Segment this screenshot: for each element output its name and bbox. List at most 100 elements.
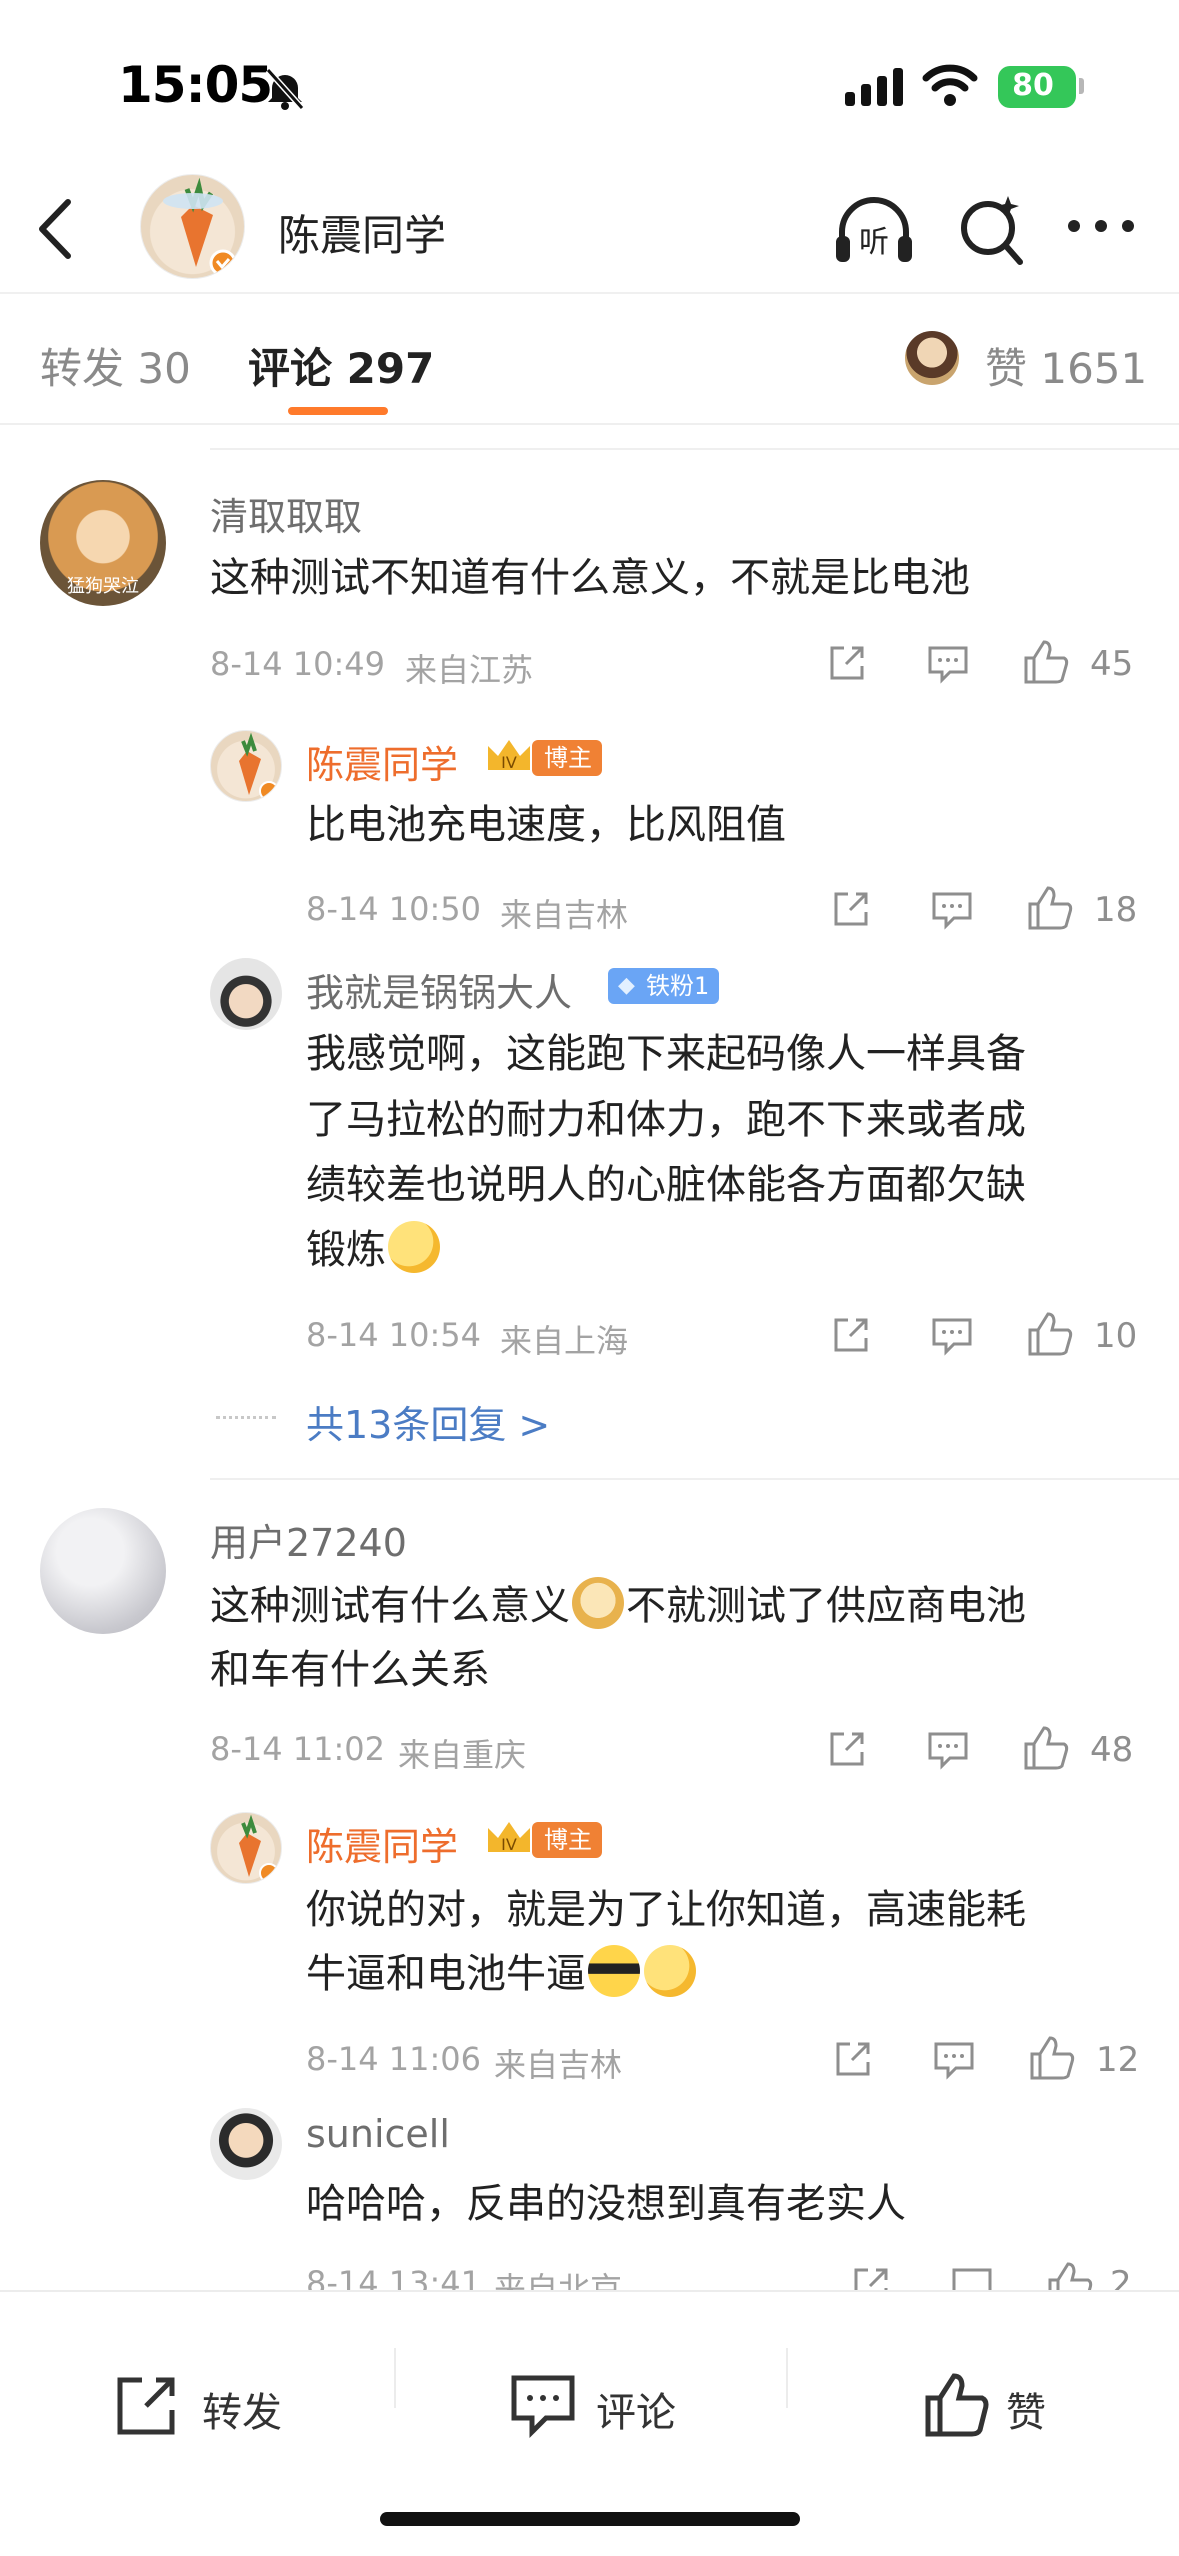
comment-icon[interactable]	[930, 1316, 974, 1356]
wifi-icon	[922, 64, 978, 106]
repost-button[interactable]: 转发	[112, 2370, 312, 2450]
search-icon[interactable]	[958, 192, 1028, 268]
like-icon[interactable]	[1022, 1724, 1072, 1772]
status-bar: 15:05 80	[0, 0, 1179, 170]
reply-time: 8-14 13:41	[306, 2264, 482, 2290]
like-icon[interactable]	[1046, 2262, 1096, 2290]
blogger-badge: 博主	[532, 740, 602, 776]
reply-time: 8-14 10:50	[306, 890, 482, 928]
signal-icon	[845, 68, 903, 106]
comment-location: 来自江苏	[405, 651, 534, 689]
reply-location: 来自北京	[494, 2270, 623, 2290]
more-replies-link[interactable]: 共13条回复 >	[306, 1394, 550, 1449]
share-icon[interactable]	[850, 2264, 892, 2290]
reply-text-line: 锻炼	[306, 1227, 386, 1273]
cool-emoji-icon	[588, 1945, 640, 1997]
like-count: 18	[1094, 890, 1138, 930]
fan-badge: 铁粉1	[608, 968, 720, 1004]
like-count: 2	[1110, 2264, 1132, 2290]
share-icon[interactable]	[832, 2038, 874, 2080]
svg-text:听: 听	[859, 225, 889, 260]
like-button[interactable]: 赞	[922, 2370, 1082, 2450]
like-icon[interactable]	[1022, 638, 1072, 686]
reply-text-line: 我感觉啊，这能跑下来起码像人一样具备	[306, 1031, 1026, 1077]
carrot-avatar-art	[239, 732, 279, 801]
comment-label: 评论	[596, 2390, 676, 2436]
crown-icon: IV	[488, 1822, 530, 1854]
comment-time: 8-14 10:49	[210, 645, 386, 683]
thinking-emoji-icon	[644, 1945, 696, 1997]
like-count: 12	[1096, 2040, 1140, 2080]
bottom-divider	[786, 2348, 788, 2408]
reply-location: 来自吉林	[500, 896, 629, 934]
svg-text:IV: IV	[501, 1835, 517, 1854]
tab-comment[interactable]: 评论 297	[248, 335, 434, 396]
like-count: 48	[1090, 1730, 1134, 1770]
reply-avatar[interactable]	[210, 730, 282, 802]
repost-label: 转发	[202, 2390, 282, 2436]
commenter-avatar[interactable]	[40, 1508, 166, 1634]
commenter-avatar[interactable]: 猛狗哭泣	[40, 480, 166, 606]
like-count: 10	[1094, 1316, 1138, 1356]
reply-username[interactable]: 陈震同学	[306, 734, 458, 789]
like-icon[interactable]	[1026, 884, 1076, 932]
header-divider	[0, 292, 1179, 294]
comment-icon[interactable]	[930, 890, 974, 930]
share-icon[interactable]	[830, 1314, 872, 1356]
tab-repost[interactable]: 转发 30	[40, 335, 191, 396]
tab-bar: 转发 30 评论 297 赞 1651	[0, 295, 1179, 425]
carrot-avatar-art	[163, 177, 237, 277]
reply-text-last-line: 牛逼和电池牛逼	[306, 1944, 698, 2005]
reply-username[interactable]: 陈震同学	[306, 1816, 458, 1871]
comment-icon[interactable]	[932, 2040, 976, 2080]
comment-icon[interactable]	[926, 644, 970, 684]
back-icon[interactable]	[30, 194, 78, 264]
comment-text-part: 不就测试了供应商电池	[626, 1583, 1026, 1629]
reply-text-line: 绩较差也说明人的心脏体能各方面都欠缺	[306, 1162, 1026, 1208]
like-icon[interactable]	[1026, 1310, 1076, 1358]
reply-username[interactable]: 我就是锅锅大人	[306, 962, 572, 1017]
reply-avatar[interactable]	[210, 958, 282, 1030]
reply-text: 哈哈哈，反串的没想到真有老实人	[306, 2181, 906, 2227]
reply-avatar[interactable]	[210, 1812, 282, 1884]
battery-level: 80	[1012, 68, 1054, 103]
reply-text-line: 了马拉松的耐力和体力，跑不下来或者成	[306, 1097, 1026, 1143]
share-icon[interactable]	[826, 1728, 868, 1770]
comment-icon	[511, 2375, 575, 2439]
home-indicator[interactable]	[380, 2512, 800, 2526]
top-nav: 陈震同学 听	[0, 170, 1179, 295]
blogger-badge: 博主	[532, 1822, 602, 1858]
share-icon[interactable]	[826, 642, 868, 684]
list-divider	[210, 448, 1179, 450]
doge-emoji-icon	[572, 1577, 624, 1629]
reply-username[interactable]: sunicell	[306, 2112, 450, 2156]
comment-location: 来自重庆	[398, 1736, 527, 1774]
reply-time: 8-14 10:54	[306, 1316, 482, 1354]
tab-likes[interactable]: 赞 1651	[985, 335, 1147, 396]
battery-indicator: 80	[998, 66, 1076, 108]
reply-text-line: 牛逼和电池牛逼	[306, 1951, 586, 1997]
comment-text: 这种测试不知道有什么意义，不就是比电池	[210, 555, 970, 601]
comment-button[interactable]: 评论	[508, 2370, 708, 2450]
comment-username[interactable]: 清取取取	[210, 486, 362, 541]
svg-text:IV: IV	[501, 753, 517, 772]
comment-text-part: 这种测试有什么意义	[210, 1583, 570, 1629]
reply-location: 来自吉林	[494, 2046, 623, 2084]
active-tab-indicator	[288, 407, 388, 415]
listen-icon[interactable]: 听	[832, 192, 916, 268]
like-count: 45	[1090, 644, 1134, 684]
comment-icon[interactable]	[926, 1730, 970, 1770]
thinking-emoji-icon	[388, 1221, 440, 1273]
reply-text: 比电池充电速度，比风阻值	[306, 802, 786, 848]
more-icon[interactable]	[1066, 218, 1136, 234]
liker-avatar	[905, 331, 959, 385]
bottom-divider	[394, 2348, 396, 2408]
share-icon[interactable]	[830, 888, 872, 930]
author-name[interactable]: 陈震同学	[278, 202, 446, 263]
comment-username[interactable]: 用户27240	[210, 1512, 407, 1567]
like-icon[interactable]	[1028, 2034, 1078, 2082]
comment-icon[interactable]	[950, 2266, 994, 2290]
author-avatar[interactable]	[140, 174, 245, 279]
comment-text-line: 和车有什么关系	[210, 1647, 490, 1693]
reply-avatar[interactable]	[210, 2108, 282, 2180]
